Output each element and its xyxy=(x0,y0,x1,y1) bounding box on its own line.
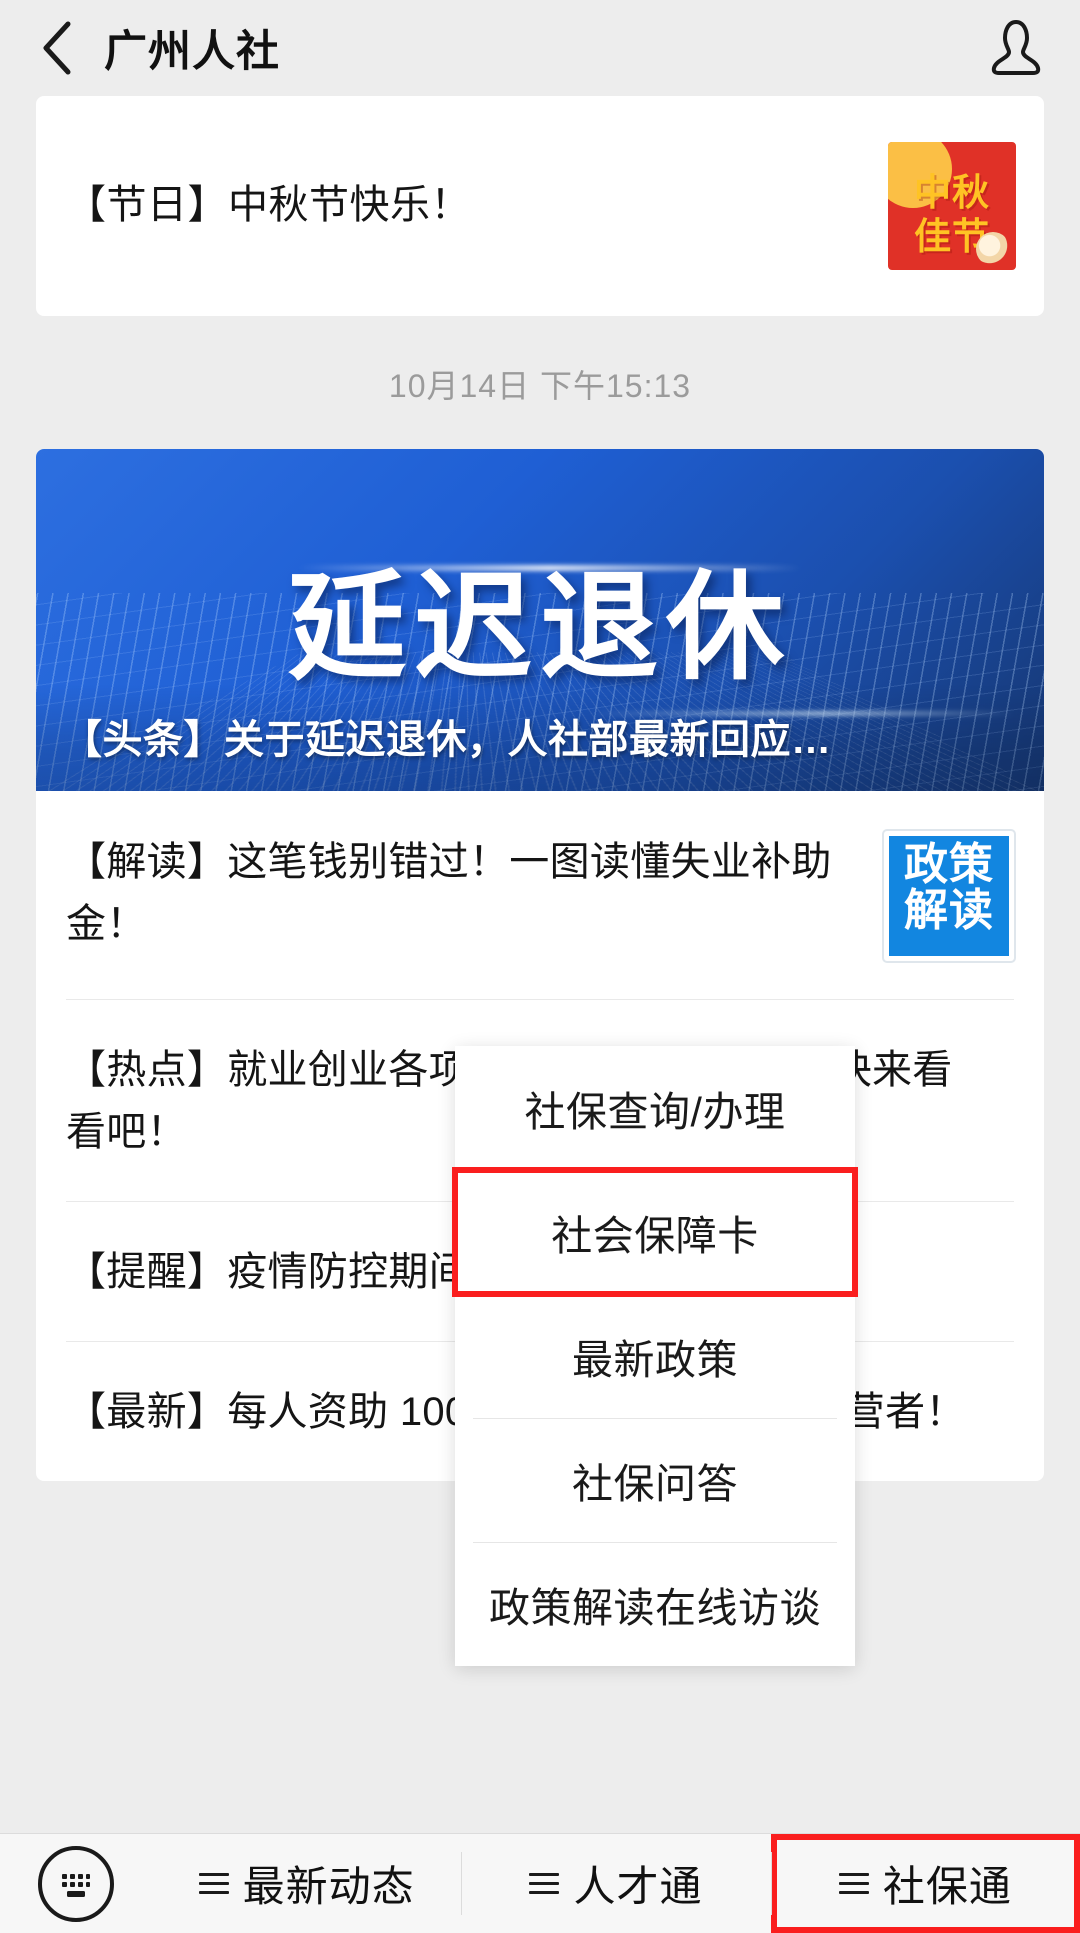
hero-headline-text: 延迟退休 xyxy=(287,558,792,696)
sub-menu-popup: 社保查询/办理 社会保障卡 最新政策 社保问答 政策解读在线访谈 xyxy=(452,1046,858,1666)
person-icon[interactable] xyxy=(988,18,1044,78)
hamburger-icon xyxy=(529,1867,560,1900)
policy-thumbnail: 政策解读 xyxy=(884,831,1014,961)
nav-tab-latest-news[interactable]: 最新动态 xyxy=(152,1834,461,1933)
menu-item-social-security-card[interactable]: 社会保障卡 xyxy=(452,1167,858,1297)
keyboard-icon xyxy=(38,1845,114,1922)
menu-item-social-insurance-qa[interactable]: 社保问答 xyxy=(455,1418,855,1542)
hamburger-icon xyxy=(198,1867,229,1900)
hero-caption: 【头条】关于延迟退休，人社部最新回应… xyxy=(36,685,1044,791)
bottom-navigation-bar: 最新动态 人才通 社保通 xyxy=(0,1833,1080,1933)
menu-item-label: 社保问答 xyxy=(572,1461,738,1507)
keyboard-toggle-button[interactable] xyxy=(0,1834,152,1933)
menu-item-label: 政策解读在线访谈 xyxy=(489,1585,821,1631)
nav-tab-social-insurance[interactable]: 社保通 xyxy=(770,1834,1080,1933)
nav-tab-talent[interactable]: 人才通 xyxy=(461,1834,770,1933)
message-timestamp: 10月14日 下午15:13 xyxy=(388,368,692,404)
menu-item-label: 社会保障卡 xyxy=(551,1213,759,1259)
menu-item-social-insurance-query[interactable]: 社保查询/办理 xyxy=(455,1046,855,1170)
menu-item-policy-interview[interactable]: 政策解读在线访谈 xyxy=(455,1542,855,1666)
nav-tab-label: 社保通 xyxy=(882,1863,1012,1910)
nav-tab-label: 人才通 xyxy=(573,1863,703,1910)
holiday-thumbnail: 中秋 佳节 xyxy=(888,142,1016,270)
holiday-card-title: 【节日】中秋节快乐！ xyxy=(66,183,471,228)
hamburger-icon xyxy=(838,1867,869,1900)
hero-banner[interactable]: 延迟退休 【头条】关于延迟退休，人社部最新回应… xyxy=(36,449,1044,791)
menu-item-label: 社保查询/办理 xyxy=(524,1089,786,1135)
page-title: 广州人社 xyxy=(104,28,280,76)
blossom-decor xyxy=(976,232,1010,266)
article-row[interactable]: 【解读】这笔钱别错过！一图读懂失业补助金！ 政策解读 xyxy=(36,791,1044,999)
nav-tab-label: 最新动态 xyxy=(242,1863,415,1910)
app-header: 广州人社 xyxy=(0,0,1080,96)
back-chevron-icon[interactable] xyxy=(36,19,82,77)
article-title: 【解读】这笔钱别错过！一图读懂失业补助金！ xyxy=(66,840,832,946)
menu-item-latest-policy[interactable]: 最新政策 xyxy=(455,1294,855,1418)
wechat-official-account-screen: 广州人社 【节日】中秋节快乐！ 中秋 佳节 10月14日 下午15:13 延迟退… xyxy=(0,0,1080,1933)
menu-item-label: 最新政策 xyxy=(572,1337,738,1383)
message-card-holiday[interactable]: 【节日】中秋节快乐！ 中秋 佳节 xyxy=(36,96,1044,316)
